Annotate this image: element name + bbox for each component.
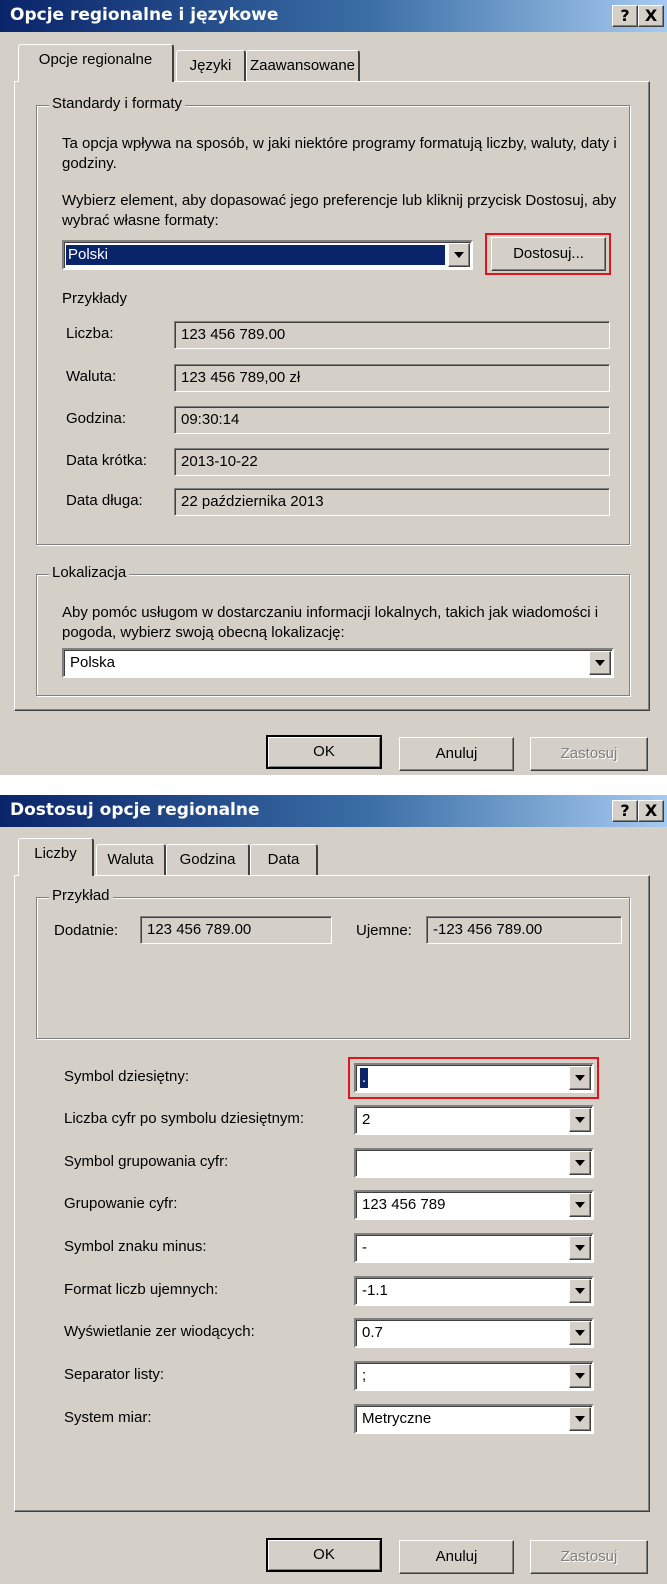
chevron-down-icon[interactable] (569, 1321, 591, 1345)
example-label-time: Godzina: (66, 410, 127, 427)
grouping-symbol-select[interactable] (354, 1148, 594, 1178)
tab-date[interactable]: Data (250, 844, 318, 876)
help-button[interactable]: ? (612, 800, 638, 822)
decimal-digits-label: Liczba cyfr po symbolu dziesiętnym: (64, 1110, 305, 1127)
chevron-down-icon[interactable] (589, 651, 611, 675)
standards-description: Ta opcja wpływa na sposób, w jaki niektó… (62, 135, 617, 172)
digit-grouping-value: 123 456 789 (362, 1196, 446, 1213)
chevron-down-icon[interactable] (569, 1108, 591, 1132)
cancel-button[interactable]: Anuluj (399, 737, 514, 771)
chevron-down-icon[interactable] (569, 1364, 591, 1388)
chevron-down-icon[interactable] (569, 1236, 591, 1260)
example-value-long-date: 22 października 2013 (174, 488, 610, 516)
leading-zero-select[interactable]: 0.7 (354, 1318, 594, 1348)
minus-sign-select[interactable]: - (354, 1233, 594, 1263)
decimal-symbol-label: Symbol dziesiętny: (64, 1068, 190, 1085)
list-separator-label: Separator listy: (64, 1366, 165, 1383)
tab-regional-options[interactable]: Opcje regionalne (18, 44, 174, 82)
customize-button[interactable]: Dostosuj... (491, 237, 606, 271)
measurement-system-select[interactable]: Metryczne (354, 1404, 594, 1434)
close-button[interactable]: X (638, 800, 664, 822)
example-value-number: 123 456 789.00 (174, 321, 610, 349)
positive-value: 123 456 789.00 (140, 916, 332, 944)
tab-languages[interactable]: Języki (176, 50, 246, 82)
negative-label: Ujemne: (356, 922, 412, 939)
example-value-currency: 123 456 789,00 zł (174, 364, 610, 392)
decimal-digits-value: 2 (362, 1111, 371, 1128)
title-bar[interactable]: Opcje regionalne i językowe ? X (0, 0, 667, 32)
digit-grouping-select[interactable]: 123 456 789 (354, 1190, 594, 1220)
leading-zero-label: Wyświetlanie zer wiodących: (64, 1323, 255, 1340)
standards-instruction: Wybierz element, aby dopasować jego pref… (62, 192, 617, 229)
regional-language-options-dialog: Opcje regionalne i językowe ? X Opcje re… (0, 0, 667, 775)
ok-button[interactable]: OK (266, 1538, 382, 1572)
positive-label: Dodatnie: (54, 922, 119, 939)
example-label-currency: Waluta: (66, 368, 117, 385)
ok-button[interactable]: OK (266, 735, 382, 769)
group-title: Standardy i formaty (49, 95, 186, 112)
grouping-symbol-label: Symbol grupowania cyfr: (64, 1153, 229, 1170)
minus-sign-label: Symbol znaku minus: (64, 1238, 207, 1255)
chevron-down-icon[interactable] (569, 1151, 591, 1175)
dialog-title: Dostosuj opcje regionalne (10, 800, 260, 820)
location-select-value: Polska (70, 654, 116, 671)
group-title: Lokalizacja (49, 564, 130, 581)
chevron-down-icon[interactable] (569, 1407, 591, 1431)
close-button[interactable]: X (638, 5, 664, 27)
tab-currency[interactable]: Waluta (96, 844, 166, 876)
apply-button[interactable]: Zastosuj (530, 1540, 648, 1574)
example-label-number: Liczba: (66, 325, 114, 342)
negative-format-select[interactable]: -1.1 (354, 1276, 594, 1306)
location-select[interactable]: Polska (62, 648, 614, 678)
measurement-system-label: System miar: (64, 1409, 152, 1426)
example-value-time: 09:30:14 (174, 406, 610, 434)
list-separator-value: ; (362, 1367, 367, 1384)
measurement-system-value: Metryczne (362, 1410, 432, 1427)
group-title: Przykład (49, 887, 113, 904)
chevron-down-icon[interactable] (569, 1279, 591, 1303)
help-button[interactable]: ? (612, 5, 638, 27)
decimal-digits-select[interactable]: 2 (354, 1105, 594, 1135)
negative-value: -123 456 789.00 (426, 916, 622, 944)
example-value-short-date: 2013-10-22 (174, 448, 610, 476)
apply-button[interactable]: Zastosuj (530, 737, 648, 771)
decimal-symbol-select[interactable]: . (354, 1063, 594, 1093)
grouping-symbol-value (360, 1153, 364, 1173)
cancel-button[interactable]: Anuluj (399, 1540, 514, 1574)
tab-numbers[interactable]: Liczby (18, 838, 94, 876)
example-label-long-date: Data długa: (66, 492, 143, 509)
tab-time[interactable]: Godzina (166, 844, 250, 876)
negative-format-label: Format liczb ujemnych: (64, 1281, 219, 1298)
digit-grouping-label: Grupowanie cyfr: (64, 1195, 178, 1212)
list-separator-select[interactable]: ; (354, 1361, 594, 1391)
decimal-symbol-value: . (360, 1068, 369, 1088)
locale-select-value: Polski (66, 245, 445, 265)
location-description: Aby pomóc usługom w dostarczaniu informa… (62, 604, 599, 641)
example-label-short-date: Data krótka: (66, 452, 147, 469)
leading-zero-value: 0.7 (362, 1324, 383, 1341)
minus-sign-value: - (362, 1239, 367, 1256)
negative-format-value: -1.1 (362, 1282, 388, 1299)
chevron-down-icon[interactable] (569, 1066, 591, 1090)
dialog-title: Opcje regionalne i językowe (10, 5, 279, 25)
title-bar[interactable]: Dostosuj opcje regionalne ? X (0, 795, 667, 827)
examples-title: Przykłady (62, 290, 128, 307)
tab-advanced[interactable]: Zaawansowane (246, 50, 360, 82)
customize-regional-options-dialog: Dostosuj opcje regionalne ? X Liczby Wal… (0, 795, 667, 1584)
locale-select[interactable]: Polski (62, 240, 473, 270)
chevron-down-icon[interactable] (448, 243, 470, 267)
chevron-down-icon[interactable] (569, 1193, 591, 1217)
